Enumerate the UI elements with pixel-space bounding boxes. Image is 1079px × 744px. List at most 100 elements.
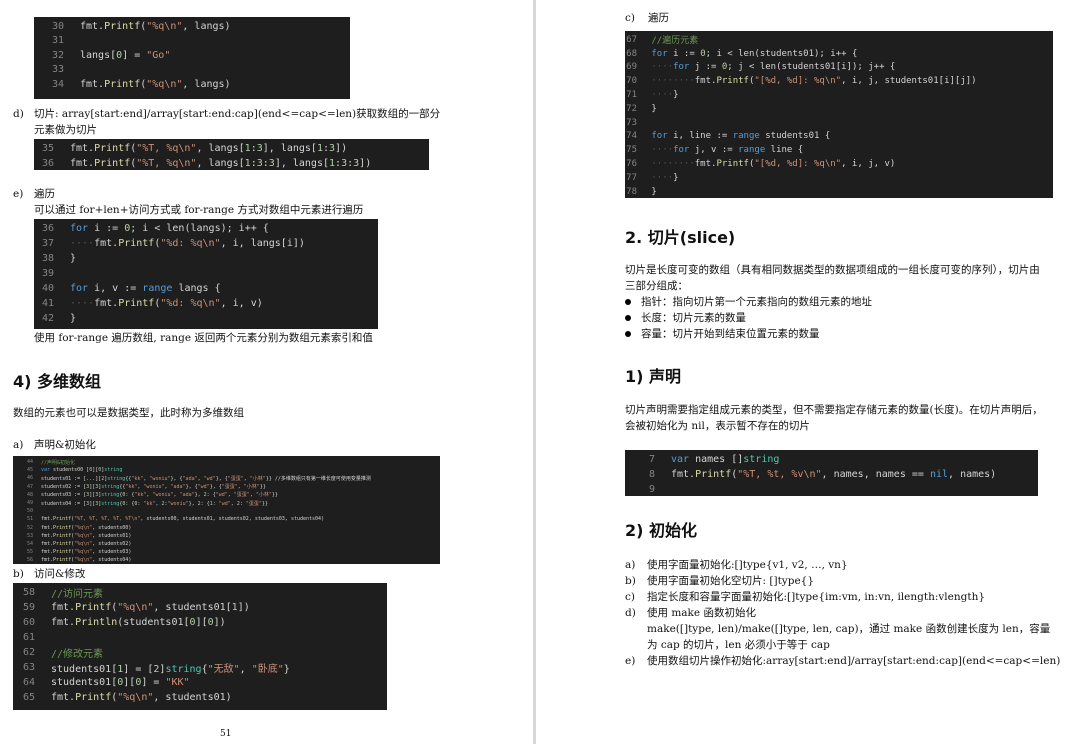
init-item-text: make([]type, len)/make([]type, len, cap)… xyxy=(647,623,1051,635)
code-line: 59 fmt.Printf("%q\n", students01[1]) xyxy=(13,600,387,615)
line-number: 34 xyxy=(51,78,64,90)
init-item-label: e) xyxy=(625,655,636,667)
code-block-printf-langs: 30 fmt.Printf("%q\n", langs) 31 32 langs[0] … xyxy=(34,17,350,99)
code-text: //声明&初始化 xyxy=(41,459,76,466)
code-text: } xyxy=(70,313,77,324)
code-line: 40 for i, v := range langs { xyxy=(34,281,378,296)
code-text: ····fmt.Printf("%d: %q\n", i, v) xyxy=(70,298,263,309)
line-number: 70 xyxy=(626,76,637,87)
code-line: 34 fmt.Printf("%q\n", langs) xyxy=(34,77,350,92)
init-item-text: 使用 make 函数初始化 xyxy=(647,607,756,619)
line-number: 64 xyxy=(22,677,35,688)
line-number: 30 xyxy=(51,20,64,32)
access-modify-title: 访问&修改 xyxy=(34,568,86,580)
line-number: 71 xyxy=(626,90,637,101)
line-number: 38 xyxy=(41,253,54,264)
code-text: } xyxy=(651,103,657,114)
slice-components-list: 指针：指向切片第一个元素指向的数组元素的地址 长度：切片元素的数量容量：切片开始到… xyxy=(625,294,872,342)
init-item: b) 使用字面量初始化空切片: []type{} xyxy=(625,573,1060,589)
bullet-item: 容量：切片开始到结束位置元素的数量 xyxy=(625,326,872,342)
code-line: 47 students02 := [3][3]string{{"kk", "won… xyxy=(13,483,440,491)
code-line: 76 ········fmt.Printf("[%d, %d]: %q\n", i… xyxy=(625,157,1053,171)
init-item: e) 使用数组切片操作初始化:array[start:end]/array[sta… xyxy=(625,653,1060,669)
left-page: 30 fmt.Printf("%q\n", langs) 31 32 langs[0] … xyxy=(0,0,533,744)
init-item-label xyxy=(625,621,647,637)
code-text: for i := 0; i < len(students01); i++ { xyxy=(651,48,858,59)
code-text: fmt.Printf("%q\n", langs) xyxy=(80,20,231,32)
code-text: //访问元素 xyxy=(51,589,104,600)
code-line: 70 ········fmt.Printf("[%d, %d]: %q\n", i… xyxy=(625,74,1053,88)
code-line: 8 fmt.Printf("%T, %t, %v\n", names, names… xyxy=(625,467,1038,482)
line-number: 67 xyxy=(626,34,637,45)
page-number: 51 xyxy=(220,729,232,739)
code-text: fmt.Printf("%q\n", students04) xyxy=(41,557,132,564)
line-number: 36 xyxy=(41,158,54,169)
code-line: 36 fmt.Printf("%T, %q\n", langs[1:3:3], l… xyxy=(34,156,429,170)
code-line: 39 xyxy=(34,266,378,281)
code-text: fmt.Printf("%T, %t, %v\n", names, names … xyxy=(671,469,997,480)
line-number: 59 xyxy=(22,602,35,613)
bullet-text: 指针：指向切片第一个元素指向的数组元素的地址 xyxy=(641,296,872,308)
code-line: 61 xyxy=(13,630,387,645)
code-text: //修改元素 xyxy=(51,649,104,660)
line-number: 52 xyxy=(26,524,33,531)
code-text: students01 := [...][2]string{{"kk", "won… xyxy=(41,475,371,482)
code-line: 45 var students00 [0][0]string xyxy=(13,466,440,474)
line-number: 40 xyxy=(41,283,54,294)
init-item-label: c) xyxy=(625,591,635,603)
line-number: 9 xyxy=(648,484,655,495)
code-text: ····for j, v := range line { xyxy=(651,145,804,156)
code-line: 48 students03 := [3][3]string{0: {"kk", "… xyxy=(13,491,440,499)
item-label-d: d) xyxy=(13,108,24,120)
code-text: fmt.Printf("%q\n", students01[1]) xyxy=(51,602,250,613)
line-number: 69 xyxy=(626,62,637,73)
bullet-dot-icon xyxy=(625,299,631,305)
slice-declare-text: 切片声明需要指定组成元素的类型，但不需要指定存储元素的数量(长度)。在切片声明后… xyxy=(625,404,1043,416)
line-number: 73 xyxy=(626,117,637,128)
init-item: c) 指定长度和容量字面量初始化:[]type{im:vm, in:vn, ile… xyxy=(625,589,1060,605)
line-number: 72 xyxy=(626,103,637,114)
line-number: 45 xyxy=(26,467,33,474)
line-number: 36 xyxy=(41,223,54,234)
code-text: //遍历元素 xyxy=(651,36,699,47)
line-number: 42 xyxy=(41,313,54,324)
code-line: 58 //访问元素 xyxy=(13,585,387,600)
line-number: 76 xyxy=(626,159,637,170)
code-line: 77 ····} xyxy=(625,171,1053,185)
code-line: 32 langs[0] = "Go" xyxy=(34,48,350,63)
code-line: 55 fmt.Printf("%q\n", students03) xyxy=(13,548,440,556)
init-item: 为 cap 的切片，len 必须小于等于 cap xyxy=(625,637,1060,653)
code-line: 42} xyxy=(34,311,378,326)
code-text: fmt.Printf("%q\n", students01) xyxy=(41,532,132,539)
code-line: 75 ····for j, v := range line { xyxy=(625,143,1053,157)
code-text: students04 := [3][3]string{0: {0: "kk", … xyxy=(41,500,268,507)
line-number: 53 xyxy=(26,532,33,539)
range-note: 使用 for-range 遍历数组, range 返回两个元素分别为数组元素索引… xyxy=(34,332,373,344)
slice-intro-2: 三部分组成： xyxy=(625,280,688,292)
line-number: 32 xyxy=(51,49,64,61)
code-block-slice-langs: 35 fmt.Printf("%T, %q\n", langs[1:3], lan… xyxy=(34,139,429,170)
code-line: 73 xyxy=(625,116,1053,130)
code-line: 35 fmt.Printf("%T, %q\n", langs[1:3], lan… xyxy=(34,141,429,156)
bullet-text: 长度：切片元素的数量 xyxy=(641,312,746,324)
right-page: c) 遍历 67 //遍历元素 68 for i := 0; i < len(stud… xyxy=(536,0,1079,744)
code-line: 74 for i, line := range students01 { xyxy=(625,130,1053,144)
code-line: 64 students01[0][0] = "KK" xyxy=(13,675,387,690)
code-line: 30 fmt.Printf("%q\n", langs) xyxy=(34,19,350,34)
code-text: var names []string xyxy=(671,454,780,465)
code-line: 71 ····} xyxy=(625,88,1053,102)
init-item-label: a) xyxy=(625,559,636,571)
line-number: 55 xyxy=(26,549,33,556)
item-label-a: a) xyxy=(13,439,24,451)
line-number: 65 xyxy=(22,692,35,703)
code-line: 53 fmt.Printf("%q\n", students01) xyxy=(13,532,440,540)
line-number: 63 xyxy=(22,662,35,673)
bullet-dot-icon xyxy=(625,315,631,321)
heading-slice: 2. 切片(slice) xyxy=(625,228,736,247)
bullet-dot-icon xyxy=(625,331,631,337)
code-line: 56 fmt.Printf("%q\n", students04) xyxy=(13,556,440,564)
code-text: ····} xyxy=(651,172,679,183)
line-number: 8 xyxy=(648,469,655,480)
code-line: 69 ····for j := 0; j < len(students01[i])… xyxy=(625,61,1053,75)
code-text: ····for j := 0; j < len(students01[i]); … xyxy=(651,62,896,73)
